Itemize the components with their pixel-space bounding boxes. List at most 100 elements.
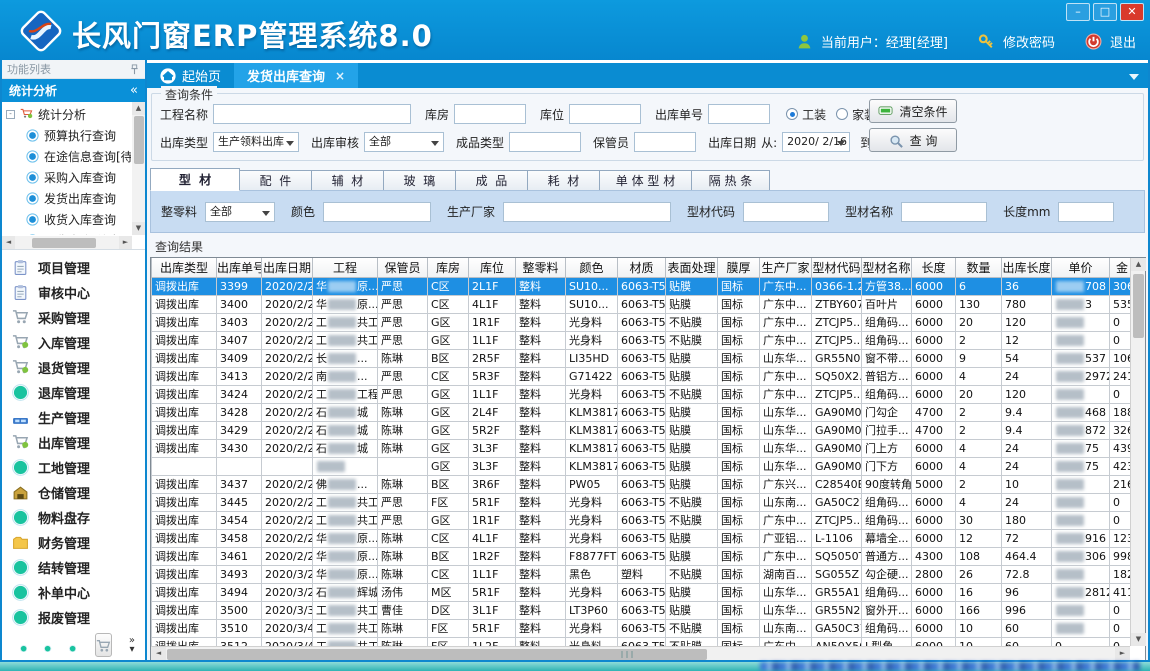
table-row[interactable]: 调拨出库34372020/2/27佛...陈琳B区3R6F整料PW056063-…	[152, 475, 1131, 493]
column-header[interactable]: 保管员	[378, 258, 428, 277]
column-header[interactable]: 库位	[469, 258, 516, 277]
tree-item[interactable]: 发货出库查询	[6, 188, 131, 209]
tree-item[interactable]: 退货查询[待定]	[6, 230, 131, 235]
table-row[interactable]: 调拨出库34092020/2/25长...陈琳B区2R5F整料LI35HD606…	[152, 349, 1131, 367]
column-header[interactable]: 出库长度	[1002, 258, 1052, 277]
sidebar-module[interactable]: 审核中心	[2, 280, 145, 305]
table-row[interactable]: 调拨出库34612020/2/28华原...陈琳B区1R2F整料F8877FT6…	[152, 547, 1131, 565]
color-input[interactable]	[323, 202, 431, 222]
product-type-input[interactable]	[509, 132, 581, 152]
column-header[interactable]: 型材名称	[862, 258, 912, 277]
sidebar-module[interactable]: 采购管理	[2, 305, 145, 330]
material-tab[interactable]: 配 件	[240, 170, 312, 191]
column-header[interactable]: 生产厂家	[760, 258, 812, 277]
table-row[interactable]: 调拨出库34292020/2/26石城陈琳G区5R2F整料KLM38176063…	[152, 421, 1131, 439]
sidebar-module[interactable]: 入库管理	[2, 330, 145, 355]
radio-workwear[interactable]: 工装	[786, 106, 826, 123]
sidebar-module[interactable]: 工地管理	[2, 455, 145, 480]
column-header[interactable]: 出库单号	[217, 258, 262, 277]
column-header[interactable]: 整零料	[516, 258, 566, 277]
clear-conditions-button[interactable]: 清空条件	[869, 99, 957, 123]
table-row[interactable]: 调拨出库34582020/2/28华原...陈琳C区4L1F整料光身料6063-…	[152, 529, 1131, 547]
audit-select[interactable]: 全部	[364, 132, 444, 152]
table-row[interactable]: 调拨出库34932020/3/2华原...陈琳C区1L1F整料黑色塑料不贴膜国标…	[152, 565, 1131, 583]
column-header[interactable]: 膜厚	[718, 258, 760, 277]
sidebar-module[interactable]: 财务管理	[2, 530, 145, 555]
scroll-thumb[interactable]	[32, 238, 96, 248]
whole-piece-select[interactable]: 全部	[205, 202, 275, 222]
scroll-thumb[interactable]	[1133, 274, 1144, 338]
table-row[interactable]: 调拨出库34002020/2/25华原...严思C区4L1F整料SU10...6…	[152, 295, 1131, 313]
tree-horizontal-scrollbar[interactable]: ◄ ►	[2, 236, 132, 249]
sidebar-module[interactable]: 退库管理	[2, 380, 145, 405]
pin-icon[interactable]	[129, 64, 140, 75]
material-tab[interactable]: 耗 材	[528, 170, 600, 191]
sidebar-module[interactable]: 报废管理	[2, 605, 145, 630]
column-header[interactable]: 库房	[428, 258, 469, 277]
overflow-chevron[interactable]: »▾	[129, 636, 135, 654]
material-tab[interactable]: 型 材	[150, 168, 240, 191]
scroll-left-icon[interactable]: ◄	[151, 647, 166, 660]
scroll-left-icon[interactable]: ◄	[2, 236, 15, 249]
tree-item[interactable]: 在途信息查询[待	[6, 146, 131, 167]
teal-dot-icon[interactable]	[20, 637, 27, 652]
sidebar-module[interactable]: 出库管理	[2, 430, 145, 455]
material-tab[interactable]: 隔 热 条	[692, 170, 770, 191]
scroll-right-icon[interactable]: ►	[1115, 647, 1130, 660]
date-from-picker[interactable]: 2020/ 2/16	[782, 132, 850, 152]
collapse-icon[interactable]: «	[130, 83, 138, 98]
search-button[interactable]: 查 询	[869, 128, 957, 152]
table-row[interactable]: 调拨出库35102020/3/4工共工程陈琳F区5R1F整料光身料6063-T5…	[152, 619, 1131, 637]
column-header[interactable]: 单价	[1052, 258, 1110, 277]
radio-dot-icon[interactable]	[836, 108, 848, 120]
sidebar-module[interactable]: 结转管理	[2, 555, 145, 580]
column-header[interactable]: 颜色	[566, 258, 618, 277]
table-row[interactable]: 调拨出库34072020/2/25工共工程严思G区1L1F整料光身料6063-T…	[152, 331, 1131, 349]
keeper-input[interactable]	[634, 132, 696, 152]
grid-vertical-scrollbar[interactable]: ▲ ▼	[1130, 258, 1145, 646]
table-row[interactable]: 调拨出库34452020/2/27工共工程严思F区5R1F整料光身料6063-T…	[152, 493, 1131, 511]
tree-vertical-scrollbar[interactable]: ▲ ▼	[132, 102, 145, 235]
profile-code-input[interactable]	[743, 202, 829, 222]
warehouse-input[interactable]	[454, 104, 526, 124]
column-header[interactable]: 金	[1110, 258, 1131, 277]
column-header[interactable]: 数量	[956, 258, 1002, 277]
scroll-up-icon[interactable]: ▲	[132, 102, 145, 115]
scroll-thumb[interactable]	[134, 116, 144, 164]
column-header[interactable]: 表面处理	[666, 258, 718, 277]
table-row[interactable]: 调拨出库35002020/3/3工共工程曹佳D区3L1F整料LT3P606063…	[152, 601, 1131, 619]
column-header[interactable]: 长度	[912, 258, 956, 277]
logout-link[interactable]: 退出	[1110, 32, 1136, 51]
table-row[interactable]: 调拨出库34542020/2/28工共工程严思G区1R1F整料光身料6063-T…	[152, 511, 1131, 529]
location-input[interactable]	[569, 104, 641, 124]
length-input[interactable]	[1058, 202, 1114, 222]
table-row[interactable]: 调拨出库34132020/2/26南...严思C区5R3F整料G71422606…	[152, 367, 1131, 385]
tab-home[interactable]: 起始页	[147, 63, 234, 88]
radio-dot-icon[interactable]	[786, 108, 798, 120]
table-row[interactable]: 调拨出库34282020/2/26石城陈琳G区2L4F整料KLM38176063…	[152, 403, 1131, 421]
table-row[interactable]: 调拨出库34302020/2/26石城陈琳G区3L3F整料KLM38176063…	[152, 439, 1131, 457]
scroll-right-icon[interactable]: ►	[119, 236, 132, 249]
sidebar-module[interactable]: 补单中心	[2, 580, 145, 605]
scroll-down-icon[interactable]: ▼	[132, 222, 145, 235]
profile-name-input[interactable]	[901, 202, 987, 222]
material-tab[interactable]: 玻 璃	[384, 170, 456, 191]
column-header[interactable]: 工程	[313, 258, 378, 277]
table-row[interactable]: G区3L3F整料KLM38176063-T5贴膜国标山东华...GA90M09.…	[152, 457, 1131, 475]
table-row[interactable]: 调拨出库34942020/3/2石辉城汤伟M区5R1F整料光身料6063-T5贴…	[152, 583, 1131, 601]
cart-module-button[interactable]	[95, 633, 112, 657]
tree-root-statistics[interactable]: -统计分析	[6, 104, 131, 125]
material-tab[interactable]: 单 体 型 材	[600, 170, 692, 191]
sidebar-module[interactable]: 退货管理	[2, 355, 145, 380]
project-name-input[interactable]	[213, 104, 411, 124]
sidebar-module[interactable]: 生产管理	[2, 405, 145, 430]
material-tab[interactable]: 成 品	[456, 170, 528, 191]
sidebar-group-header[interactable]: 统计分析 «	[2, 79, 145, 102]
close-button[interactable]: ✕	[1120, 3, 1144, 21]
tab-close-icon[interactable]: ×	[335, 69, 345, 83]
maximize-button[interactable]: □	[1093, 3, 1117, 21]
scroll-down-icon[interactable]: ▼	[1131, 633, 1146, 646]
change-password-link[interactable]: 修改密码	[1003, 32, 1055, 51]
grid-horizontal-scrollbar[interactable]: ◄ ►	[151, 646, 1130, 660]
sidebar-module[interactable]: 项目管理	[2, 255, 145, 280]
